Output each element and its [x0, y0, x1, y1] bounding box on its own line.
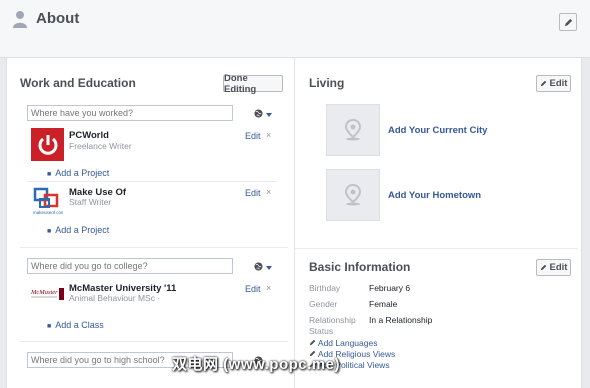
- pencil-icon: [564, 18, 572, 26]
- work-entry-role: Freelance Writer: [69, 141, 132, 151]
- living-title: Living: [309, 76, 345, 90]
- college-degree: Animal Behaviour MSc ·: [69, 293, 161, 303]
- makeuseof-logo-text: makeuseof.com: [33, 210, 63, 215]
- edit-work-link[interactable]: Edit: [245, 188, 261, 198]
- person-icon: [13, 11, 27, 28]
- remove-college-icon[interactable]: ×: [266, 283, 271, 293]
- mcmaster-logo-text: McMaster: [31, 289, 58, 296]
- page-title: About: [36, 10, 80, 27]
- makeuseof-logo: makeuseof.com: [33, 187, 63, 215]
- done-editing-button[interactable]: Done Editing: [223, 73, 283, 95]
- pencil-icon: [540, 80, 546, 87]
- add-project-link[interactable]: ■ Add a Project: [47, 168, 109, 178]
- edit-profile-button[interactable]: [559, 13, 577, 31]
- workplace-input[interactable]: [27, 105, 233, 121]
- privacy-dropdown-caret[interactable]: [266, 113, 272, 117]
- bullet-icon: ■: [47, 323, 52, 330]
- birthday-value: February 6: [369, 283, 411, 293]
- basic-info-edit-label: Edit: [549, 262, 568, 273]
- section-separator: [20, 247, 288, 248]
- edit-college-link[interactable]: Edit: [245, 284, 261, 294]
- map-pin-icon: [344, 119, 362, 141]
- map-pin-icon: [344, 184, 362, 206]
- section-separator: [295, 248, 578, 249]
- work-entry-role: Staff Writer: [69, 197, 112, 207]
- entry-separator: [27, 181, 277, 182]
- remove-work-icon[interactable]: ×: [266, 130, 271, 140]
- work-entry-name[interactable]: PCWorld: [69, 130, 109, 141]
- pencil-icon: [540, 264, 546, 271]
- bullet-icon: ■: [47, 171, 52, 178]
- privacy-dropdown-caret[interactable]: [266, 266, 272, 270]
- column-divider: [294, 58, 295, 388]
- pcworld-logo: [31, 128, 64, 161]
- add-hometown-link[interactable]: Add Your Hometown: [388, 190, 481, 201]
- mcmaster-logo: McMaster: [31, 288, 64, 300]
- edit-work-link[interactable]: Edit: [245, 131, 261, 141]
- profile-header: About: [0, 0, 590, 58]
- watermark: 双电网 (www.popc.me): [172, 356, 340, 373]
- add-current-city-link[interactable]: Add Your Current City: [388, 125, 487, 136]
- globe-icon[interactable]: [254, 109, 263, 118]
- section-separator: [20, 341, 288, 342]
- college-input[interactable]: [27, 258, 233, 274]
- add-class-link[interactable]: ■ Add a Class: [47, 320, 104, 330]
- current-city-placeholder[interactable]: [326, 104, 380, 156]
- globe-icon[interactable]: [254, 262, 263, 271]
- add-class-label[interactable]: Add a Class: [55, 320, 104, 330]
- birthday-label: Birthday: [309, 283, 341, 293]
- relationship-label: Relationship Status: [309, 315, 356, 336]
- work-education-title: Work and Education: [20, 76, 136, 90]
- add-project-label[interactable]: Add a Project: [55, 225, 109, 235]
- pencil-icon: [309, 339, 316, 346]
- gender-value: Female: [369, 299, 398, 309]
- gender-label: Gender: [309, 299, 338, 309]
- remove-work-icon[interactable]: ×: [266, 187, 271, 197]
- power-icon: [38, 134, 57, 155]
- living-edit-label: Edit: [549, 78, 568, 89]
- hometown-placeholder[interactable]: [326, 169, 380, 221]
- add-languages-link[interactable]: Add Languages: [309, 338, 377, 348]
- add-project-label[interactable]: Add a Project: [55, 168, 109, 178]
- basic-info-edit-button[interactable]: Edit: [536, 259, 571, 276]
- add-languages-label[interactable]: Add Languages: [318, 338, 378, 348]
- add-project-link[interactable]: ■ Add a Project: [47, 225, 109, 235]
- bullet-icon: ■: [47, 228, 52, 235]
- basic-info-title: Basic Information: [309, 260, 411, 274]
- living-edit-button[interactable]: Edit: [536, 75, 571, 92]
- relationship-value: In a Relationship: [369, 315, 433, 325]
